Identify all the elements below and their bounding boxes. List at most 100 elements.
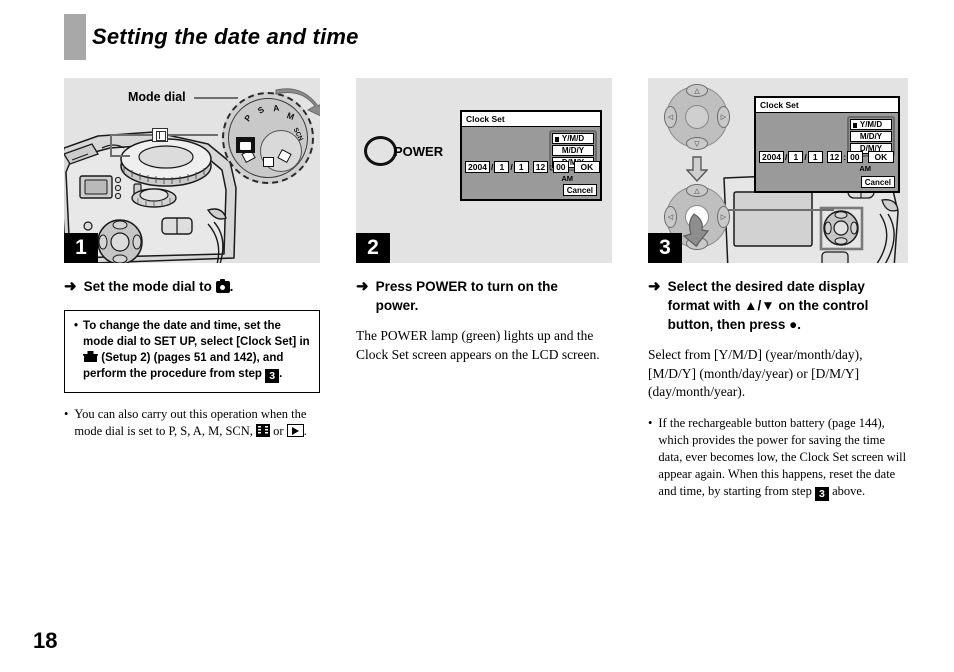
step-3-instruction: ➜ Select the desired date display format… [648,277,908,334]
dpad-up-key[interactable]: △ [686,84,708,97]
power-label: POWER [394,143,444,159]
step-3-instruction-line-1: Select the desired date display [667,279,865,294]
step-2-instruction-text: Press POWER to turn on the power. [376,277,612,315]
step-3-instruction-line-2a: format with [667,298,741,313]
step-3-instruction-text: Select the desired date display format w… [668,277,908,334]
date-separator-1: / [491,162,494,172]
step-2-instruction-line-1: Press POWER to turn on the [375,279,558,294]
dpad-right-key[interactable]: ▷ [717,206,730,228]
mode-dial-label: Mode dial [128,90,186,104]
month-field[interactable]: 1 [788,151,804,163]
step-3-instruction-line-2b: on the control [778,298,869,313]
step-1-note-box: • To change the date and time, set the m… [64,310,320,393]
year-field[interactable]: 2004 [759,151,784,163]
step-2-instruction-line-2: power. [375,298,419,313]
dpad-left-key[interactable]: ◁ [664,106,677,128]
camera-icon [215,278,230,293]
dial-tick-p: P [242,112,254,124]
day-field[interactable]: 1 [807,151,823,163]
hour-field[interactable]: 12 [826,151,843,163]
time-separator: : [843,152,847,162]
note-part-1: To change the date and time, set the mod… [83,320,310,348]
format-option-mdy[interactable]: M/D/Y [552,145,594,156]
film-mode-icon [256,423,271,437]
step-3-body-text: Select from [Y/M/D] (year/month/day), [M… [648,347,863,399]
am-pm-label: AM [561,174,573,183]
date-separator-2: / [804,152,807,162]
step-1-instruction-text: Set the mode dial to . [84,277,320,296]
datetime-fields-row: 2004 / 1 / 1 12 : 00 OK [465,161,601,173]
step-2-instruction: ➜ Press POWER to turn on the power. [356,277,612,315]
page-header: Setting the date and time [0,14,954,60]
cancel-button[interactable]: Cancel [562,184,597,196]
cancel-button[interactable]: Cancel [860,176,895,188]
step-3-instruction-line-3b: . [797,317,802,332]
callout-leader-5 [110,155,130,157]
rotation-arrow-icon [275,88,320,117]
step-3-column: △ ▽ ◁ ▷ △ ▽ ◁ ▷ Clock Set Y [648,78,908,501]
extra-note-part-2: above. [832,483,866,498]
callout-leader-2 [168,134,218,136]
dpad-center-key[interactable] [685,105,709,129]
dpad-left-key[interactable]: ◁ [664,206,677,228]
step-2-illustration: POWER Clock Set Y/M/D M/D/Y D/M/Y 2004 /… [356,78,612,263]
extra-note-or: or [273,423,284,438]
callout-leader-4 [110,134,112,156]
playback-icon [286,423,304,437]
clock-set-screen-2: Clock Set Y/M/D M/D/Y D/M/Y 2004 / 1 / 1… [460,110,602,201]
extra-note-part-1: You can also carry out this operation wh… [74,406,307,438]
format-option-ymd[interactable]: Y/M/D [850,119,892,130]
dpad-right-key[interactable]: ▷ [717,106,730,128]
note-text: To change the date and time, set the mod… [83,319,310,383]
clock-set-body: Y/M/D M/D/Y D/M/Y 2004 / 1 / 1 12 : 00 O… [462,127,601,199]
power-button-circle-icon [364,136,397,166]
extra-note-part-2: . [303,423,307,438]
day-field[interactable]: 1 [513,161,529,173]
year-field[interactable]: 2004 [465,161,490,173]
format-option-ymd[interactable]: Y/M/D [552,133,594,144]
note-part-2: (Setup 2) (pages 51 and 142), and perfor… [83,352,284,380]
extra-note-text: You can also carry out this operation wh… [74,406,320,440]
step-1-instruction: ➜ Set the mode dial to . [64,277,320,296]
dpad-up-key[interactable]: △ [686,184,708,197]
arrow-right-icon: ➜ [356,278,369,295]
mode-dial-graphic: P S A M SCN [216,86,320,190]
page-number: 18 [33,628,58,653]
step-1-column: Mode dial P S A M SCN 1 ➜ Set the mode d… [64,78,320,440]
arrow-right-icon: ➜ [64,278,77,295]
extra-note-text: If the rechargeable button battery (page… [658,415,908,501]
step-3-illustration: △ ▽ ◁ ▷ △ ▽ ◁ ▷ Clock Set Y [648,78,908,263]
ok-button[interactable]: OK [867,151,895,163]
note-bullet-row: • To change the date and time, set the m… [74,319,310,383]
arrow-right-icon: ➜ [648,278,661,295]
format-option-mdy[interactable]: M/D/Y [850,131,892,142]
minute-field[interactable]: 00 [847,151,863,163]
control-button-diagram-up: △ ▽ ◁ ▷ [664,84,730,150]
note-part-3: . [279,367,283,380]
press-pointer-icon [682,213,710,247]
bullet-dot: • [64,406,69,421]
step-2-body-text: The POWER lamp (green) lights up and the… [356,328,600,362]
minute-field[interactable]: 00 [553,161,569,173]
step-badge-2: 2 [356,233,390,263]
month-field[interactable]: 1 [494,161,510,173]
clock-set-title: Clock Set [756,98,898,113]
step-reference-badge: 3 [814,486,829,501]
hour-field[interactable]: 12 [532,161,549,173]
dial-tick-s: S [255,104,266,116]
triangle-down-icon: ▼ [761,298,775,313]
mode-camera-icon-callout [152,128,168,142]
triangle-up-icon: ▲ [744,298,758,313]
ok-button[interactable]: OK [573,161,601,173]
step-3-instruction-line-3a: button, then press [667,317,786,332]
power-button-callout: POWER [364,136,443,166]
step-badge-1: 1 [64,233,98,263]
date-separator-1: / [785,152,788,162]
time-separator: : [549,162,553,172]
dpad-down-key[interactable]: ▽ [686,137,708,150]
clock-set-title: Clock Set [462,112,600,127]
step-1-extra-note: • You can also carry out this operation … [64,406,320,440]
callout-leader-1 [194,97,238,99]
step-2-column: POWER Clock Set Y/M/D M/D/Y D/M/Y 2004 /… [356,78,612,364]
bullet-dot: • [648,415,653,430]
